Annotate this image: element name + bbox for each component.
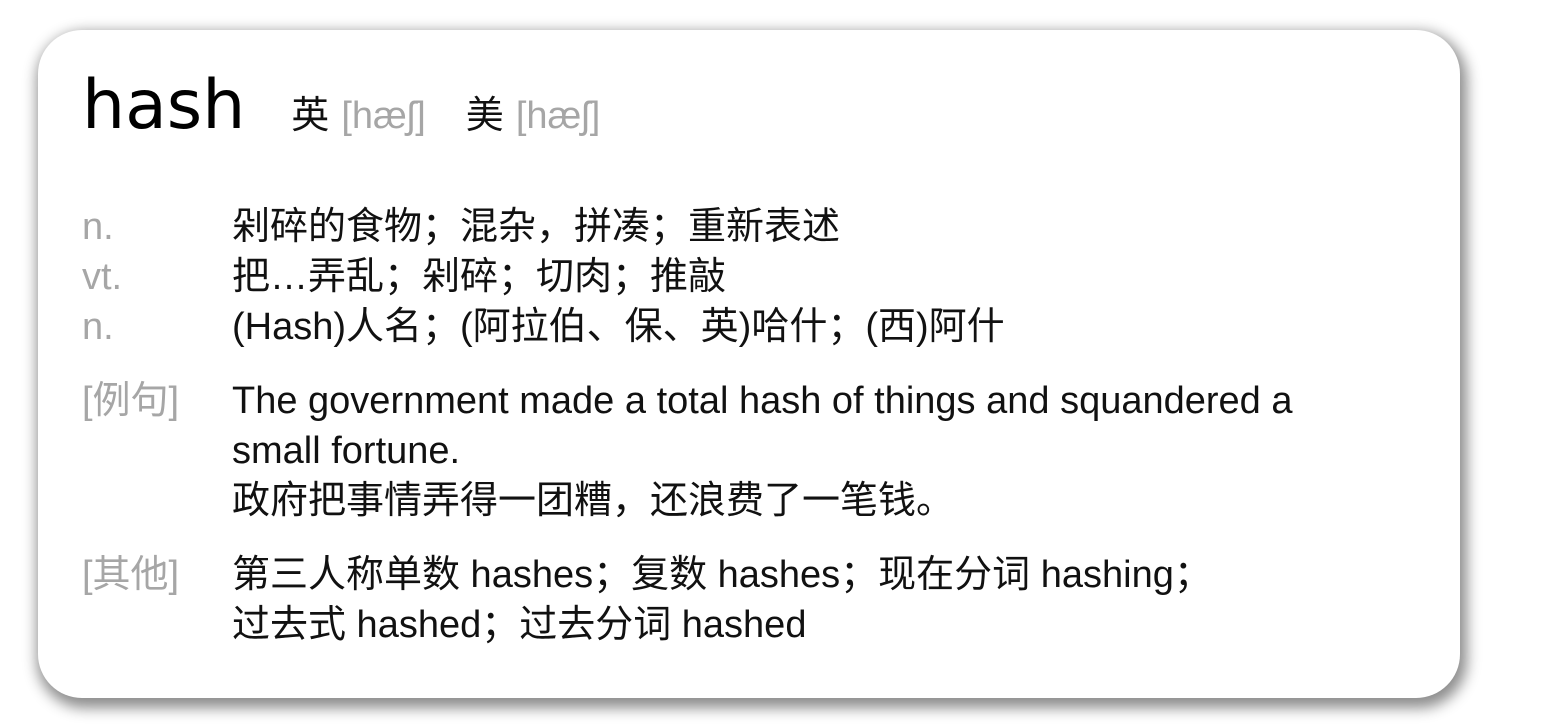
definition-row: n. (Hash)人名；(阿拉伯、保、英)哈什；(西)阿什 xyxy=(82,302,1442,352)
part-of-speech: vt. xyxy=(82,256,123,298)
example-label: [例句] xyxy=(82,380,180,422)
definition-row: vt. 把…弄乱；剁碎；切肉；推敲 xyxy=(82,252,1442,302)
example-content: The government made a total hash of thin… xyxy=(232,376,1442,526)
example-sentence-en-line-2: small fortune. xyxy=(232,430,461,472)
example-sentence-en-line-1: The government made a total hash of thin… xyxy=(232,380,1293,422)
dictionary-popup: hash 英 [hæʃ] 美 [hæʃ] n. 剁碎的食物；混杂，拼凑；重新表述… xyxy=(38,30,1460,698)
other-forms-label: [其他] xyxy=(82,554,180,596)
other-forms-section: [其他] 第三人称单数 hashes；复数 hashes；现在分词 hashin… xyxy=(82,550,1442,650)
definition-text: (Hash)人名；(阿拉伯、保、英)哈什；(西)阿什 xyxy=(232,306,1005,348)
pronunciation-us-label: 美 xyxy=(465,95,504,137)
pronunciation-uk-ipa: [hæʃ] xyxy=(341,95,426,137)
example-section: [例句] The government made a total hash of… xyxy=(82,376,1442,526)
definition-row: n. 剁碎的食物；混杂，拼凑；重新表述 xyxy=(82,202,1442,252)
part-of-speech: n. xyxy=(82,306,114,348)
definition-text: 剁碎的食物；混杂，拼凑；重新表述 xyxy=(232,206,841,248)
pronunciation-uk[interactable]: 英 [hæʃ] xyxy=(291,76,426,156)
pronunciation-uk-label: 英 xyxy=(291,95,330,137)
headword: hash xyxy=(82,66,246,145)
example-translation-zh: 政府把事情弄得一团糟，还浪费了一笔钱。 xyxy=(232,480,955,522)
other-forms-line-1: 第三人称单数 hashes；复数 hashes；现在分词 hashing； xyxy=(232,554,1212,596)
pronunciation-us-ipa: [hæʃ] xyxy=(515,95,601,137)
other-forms-content: 第三人称单数 hashes；复数 hashes；现在分词 hashing； 过去… xyxy=(232,550,1442,650)
definitions-section: n. 剁碎的食物；混杂，拼凑；重新表述 vt. 把…弄乱；剁碎；切肉；推敲 n.… xyxy=(82,202,1442,650)
pronunciation-us[interactable]: 美 [hæʃ] xyxy=(466,76,601,156)
other-forms-line-2: 过去式 hashed；过去分词 hashed xyxy=(232,604,807,646)
definition-text: 把…弄乱；剁碎；切肉；推敲 xyxy=(232,256,727,298)
part-of-speech: n. xyxy=(82,206,114,248)
headword-row: hash 英 [hæʃ] 美 [hæʃ] xyxy=(82,66,600,146)
